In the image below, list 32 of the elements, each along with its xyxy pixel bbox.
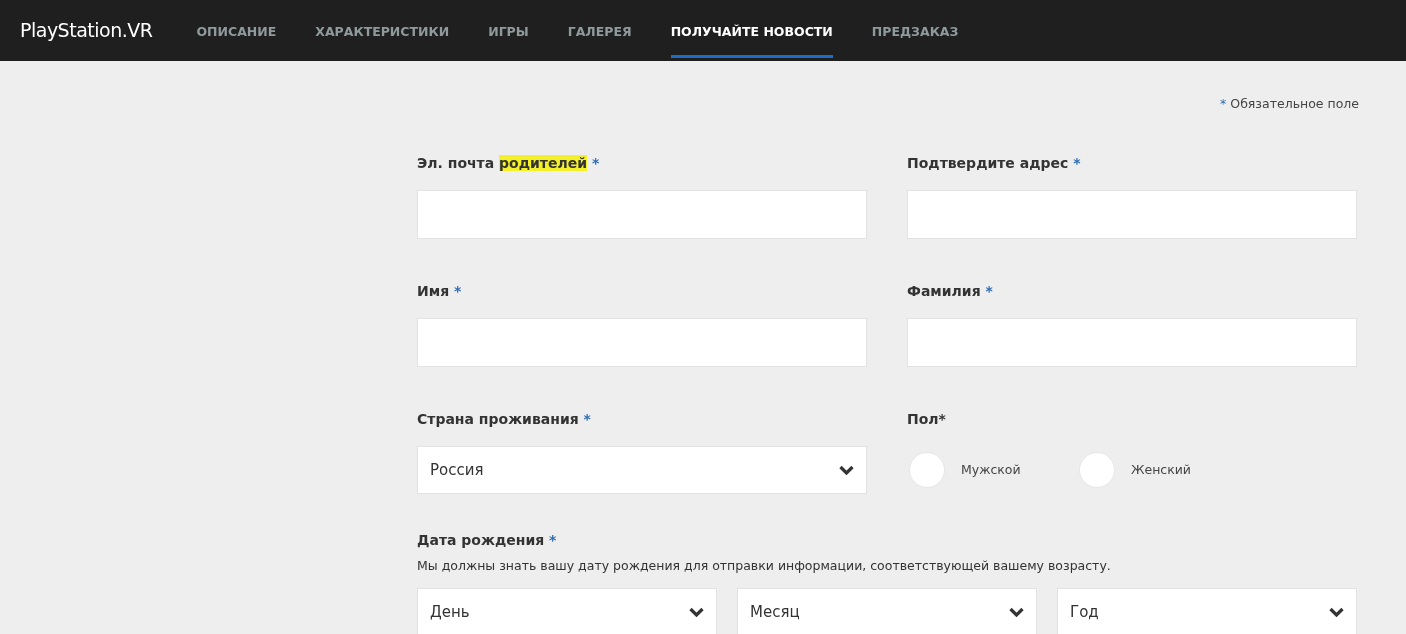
- nav-link[interactable]: ИГРЫ: [488, 3, 529, 58]
- text-input[interactable]: [907, 318, 1357, 367]
- chevron-down-icon: [839, 465, 854, 475]
- date-select[interactable]: Месяц: [737, 587, 1037, 634]
- text-input[interactable]: [907, 190, 1357, 239]
- country-select[interactable]: Россия: [417, 446, 867, 494]
- nav-link[interactable]: ПРЕДЗАКАЗ: [871, 3, 959, 58]
- field-label: Страна проживания *: [417, 410, 592, 429]
- nav-link[interactable]: ГАЛЕРЕЯ: [567, 3, 632, 58]
- chevron-down-icon: [1329, 606, 1344, 617]
- radio-button[interactable]: [1079, 452, 1115, 488]
- field-label: Имя *: [417, 282, 463, 301]
- field-label: Пол*: [907, 410, 947, 429]
- radio-label: Женский: [1131, 460, 1191, 479]
- text-input[interactable]: [417, 190, 867, 239]
- required-note: * Обязательное поле: [1219, 95, 1359, 113]
- field-label: Эл. почта родителей *: [417, 154, 601, 173]
- date-select[interactable]: День: [417, 587, 717, 634]
- radio-button[interactable]: [909, 452, 945, 488]
- chevron-down-icon: [689, 606, 704, 617]
- nav-link[interactable]: ПОЛУЧАЙТЕ НОВОСТИ: [670, 3, 833, 58]
- logo[interactable]: PlayStation.VR: [20, 16, 153, 45]
- chevron-down-icon: [1009, 606, 1024, 617]
- field-label: Подтвердите адрес *: [907, 154, 1082, 173]
- nav-link[interactable]: ОПИСАНИЕ: [196, 3, 277, 58]
- hint-text: Мы должны знать вашу дату рождения для отправки информации, соответствующей вашему возрасту.: [417, 557, 1112, 575]
- date-select[interactable]: Год: [1057, 587, 1357, 634]
- field-label: Дата рождения *: [417, 531, 558, 550]
- nav-link[interactable]: ХАРАКТЕРИСТИКИ: [315, 3, 450, 58]
- field-label: Фамилия *: [907, 282, 994, 301]
- radio-label: Мужской: [961, 460, 1021, 479]
- text-input[interactable]: [417, 318, 867, 367]
